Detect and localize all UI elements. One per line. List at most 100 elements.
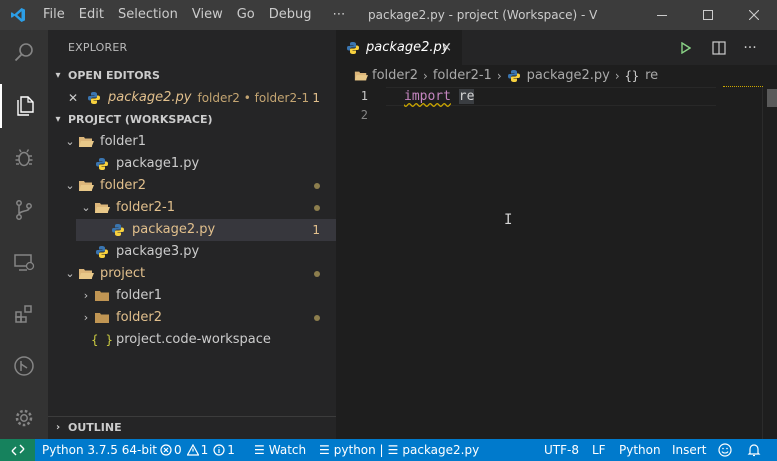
- python-file-icon: [346, 41, 360, 55]
- tree-file-package2[interactable]: package2.py 1: [76, 219, 336, 241]
- source-control-icon[interactable]: [0, 188, 48, 232]
- extensions-icon[interactable]: [0, 292, 48, 336]
- info-icon: [213, 444, 225, 456]
- menu-edit[interactable]: Edit: [72, 0, 111, 30]
- info-count: 1: [227, 443, 235, 457]
- folder-open-icon: [94, 200, 110, 216]
- folder-icon: [354, 70, 368, 82]
- python-file-icon: [94, 156, 110, 172]
- explorer-sidebar: EXPLORER ▾ OPEN EDITORS ✕ package2.py fo…: [48, 30, 336, 439]
- title-bar: File Edit Selection View Go Debug ⋯ pack…: [0, 0, 777, 30]
- search-icon[interactable]: [0, 30, 48, 74]
- open-editor-item[interactable]: ✕ package2.py folder2 • folder2-1 1: [48, 87, 336, 109]
- tree-folder-project[interactable]: ⌄ project: [48, 263, 336, 285]
- outline-header[interactable]: › OUTLINE: [48, 416, 336, 439]
- language-mode[interactable]: Python: [619, 439, 661, 461]
- line-number-gutter: 1 2: [336, 87, 386, 125]
- run-icon[interactable]: [672, 30, 700, 65]
- debug-icon[interactable]: [0, 136, 48, 180]
- scrollbar-thumb[interactable]: [767, 89, 777, 107]
- feedback-smiley-icon[interactable]: [718, 439, 732, 461]
- error-count: 0: [174, 443, 182, 457]
- modified-dot: [314, 205, 320, 211]
- menu-debug[interactable]: Debug: [262, 0, 319, 30]
- tree-folder-folder1[interactable]: ⌄ folder1: [48, 131, 336, 153]
- tab-package2[interactable]: package2.py ×: [336, 30, 462, 65]
- notifications-bell-icon[interactable]: [747, 439, 761, 461]
- status-bar: Python 3.7.5 64-bit 0 1 1 ☰ Watch ☰ pyth…: [0, 439, 777, 461]
- explorer-icon[interactable]: [0, 84, 48, 128]
- git-graph-icon[interactable]: [0, 344, 48, 388]
- eol-indicator[interactable]: LF: [592, 439, 606, 461]
- list-icon: ☰: [387, 443, 399, 457]
- python-interpreter[interactable]: Python 3.7.5 64-bit: [42, 439, 157, 461]
- keyword-token: import: [404, 89, 451, 104]
- breadcrumb-folder2-1[interactable]: folder2-1: [433, 65, 492, 87]
- more-actions-icon[interactable]: ···: [736, 30, 764, 65]
- settings-gear-icon[interactable]: [0, 396, 48, 440]
- open-editor-filename: package2.py: [108, 90, 192, 105]
- python-file-icon: [86, 90, 102, 106]
- editor-area: package2.py × ··· folder2 › folder2-1 › …: [336, 30, 777, 439]
- remote-explorer-icon[interactable]: [0, 240, 48, 284]
- identifier-token: re: [458, 89, 475, 104]
- tree-folder-folder2[interactable]: ⌄ folder2: [48, 175, 336, 197]
- problem-count-badge: 1: [312, 91, 320, 105]
- chevron-right-icon: ›: [83, 289, 89, 302]
- tree-folder-folder2-1[interactable]: ⌄ folder2-1: [48, 197, 336, 219]
- close-window-button[interactable]: [731, 0, 777, 30]
- chevron-right-icon: ›: [614, 69, 620, 83]
- problems-indicator[interactable]: 0 1 1: [160, 439, 235, 461]
- folder-icon: [94, 310, 110, 326]
- chevron-down-icon: ⌄: [65, 179, 75, 192]
- tab-label: package2.py: [366, 40, 450, 55]
- vim-mode-indicator[interactable]: Insert: [672, 439, 706, 461]
- remote-indicator-icon[interactable]: [0, 439, 35, 461]
- breadcrumb-folder2[interactable]: folder2: [372, 65, 418, 87]
- tree-folder-project-folder1[interactable]: › folder1: [48, 285, 336, 307]
- folder-icon: [94, 288, 110, 304]
- breadcrumb: folder2 › folder2-1 › package2.py › {} r…: [336, 65, 777, 87]
- encoding-indicator[interactable]: UTF-8: [544, 439, 579, 461]
- folder-open-icon: [78, 134, 94, 150]
- chevron-down-icon: ▾: [55, 114, 61, 125]
- close-icon[interactable]: ✕: [68, 87, 80, 109]
- chevron-down-icon: ⌄: [81, 201, 91, 214]
- warning-icon: [186, 444, 199, 456]
- tree-folder-project-folder2[interactable]: › folder2: [48, 307, 336, 329]
- vertical-scrollbar[interactable]: [762, 87, 777, 439]
- menu-view[interactable]: View: [185, 0, 230, 30]
- breadcrumb-symbol[interactable]: re: [645, 65, 658, 87]
- menu-file[interactable]: File: [36, 0, 72, 30]
- chevron-down-icon: ⌄: [65, 267, 75, 280]
- python-file-icon: [507, 69, 521, 83]
- code-text-area[interactable]: import re: [404, 87, 475, 125]
- modified-dot: [314, 271, 320, 277]
- split-editor-icon[interactable]: [705, 30, 733, 65]
- problem-count-badge: 1: [312, 223, 320, 237]
- tree-file-workspace[interactable]: { } project.code-workspace: [48, 329, 336, 351]
- menu-more[interactable]: ⋯: [319, 0, 353, 30]
- modified-dot: [314, 315, 320, 321]
- line-number: 1: [360, 89, 368, 103]
- error-icon: [160, 444, 172, 456]
- minimize-button[interactable]: [639, 0, 685, 30]
- overview-ruler-warning: [723, 86, 763, 89]
- tab-close-icon[interactable]: ×: [441, 30, 452, 65]
- chevron-right-icon: ›: [496, 69, 502, 83]
- maximize-button[interactable]: [685, 0, 731, 30]
- breadcrumb-file[interactable]: package2.py: [527, 65, 610, 87]
- menu-bar: File Edit Selection View Go Debug ⋯: [36, 0, 353, 30]
- terminal-indicator[interactable]: ☰ python | ☰ package2.py: [319, 439, 479, 461]
- folder-open-icon: [78, 266, 94, 282]
- open-editors-header[interactable]: ▾ OPEN EDITORS: [48, 65, 336, 87]
- tree-file-package3[interactable]: package3.py: [48, 241, 336, 263]
- activity-bar: [0, 30, 48, 439]
- watch-button[interactable]: ☰ Watch: [254, 439, 306, 461]
- menu-selection[interactable]: Selection: [111, 0, 185, 30]
- list-icon: ☰: [319, 443, 330, 457]
- menu-go[interactable]: Go: [230, 0, 262, 30]
- tree-file-package1[interactable]: package1.py: [48, 153, 336, 175]
- workspace-header[interactable]: ▾ PROJECT (WORKSPACE): [48, 109, 336, 131]
